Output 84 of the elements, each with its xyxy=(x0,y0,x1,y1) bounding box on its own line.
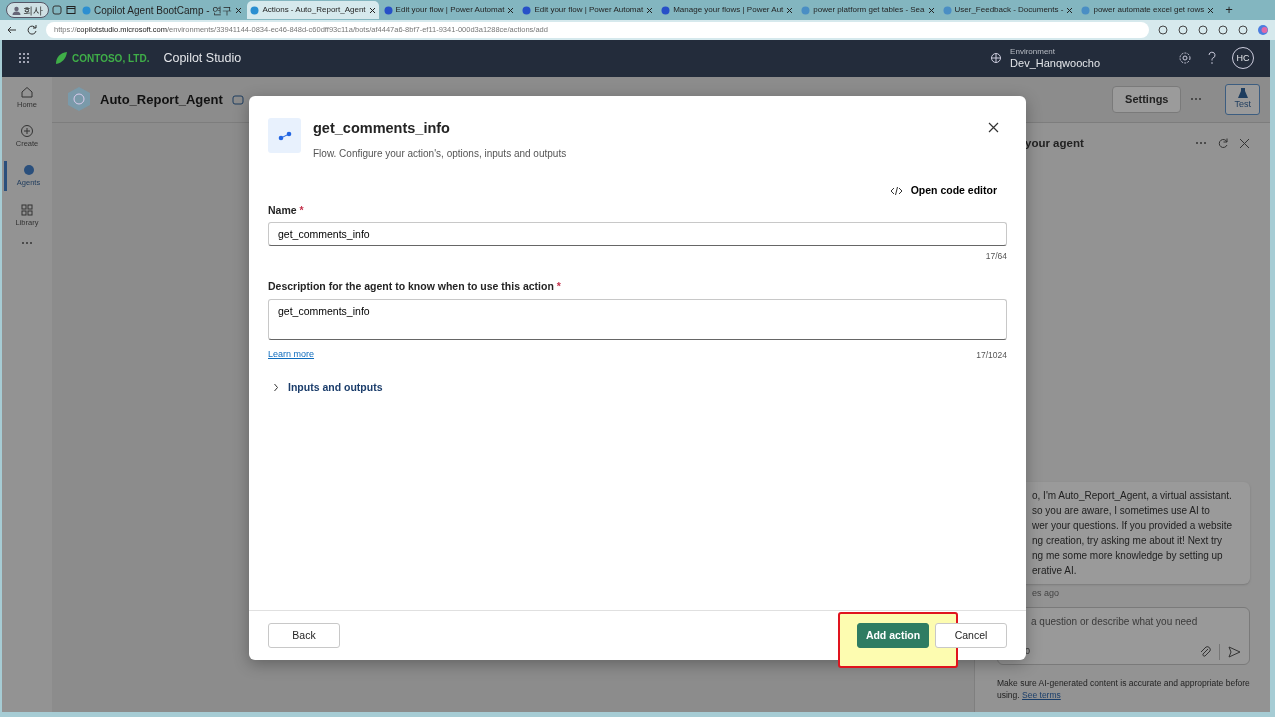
character-counter: 17/1024 xyxy=(976,348,1007,362)
site-icon xyxy=(661,5,671,15)
flow-icon xyxy=(268,118,301,153)
message-text: erative AI. xyxy=(1032,564,1078,578)
terms-link[interactable]: See terms xyxy=(1022,690,1061,701)
site-icon xyxy=(801,5,811,15)
browser-tab[interactable]: power platform get tables - Sea xyxy=(798,1,938,19)
panel-title: your agent xyxy=(1025,135,1085,151)
agent-icon xyxy=(66,86,92,113)
settings-icon[interactable] xyxy=(1178,51,1192,66)
close-icon[interactable] xyxy=(1207,6,1215,14)
site-icon xyxy=(1081,5,1091,15)
required-mark: * xyxy=(299,203,304,216)
site-icon xyxy=(522,5,532,15)
message-field[interactable]: a question or describe what you need xyxy=(1031,613,1241,629)
back-icon[interactable] xyxy=(6,24,18,36)
learn-more-link[interactable]: Learn more xyxy=(268,348,315,362)
message-text: so you are aware, I sometimes use AI to xyxy=(1032,504,1211,518)
description-field[interactable]: get_comments_info xyxy=(268,298,1007,340)
site-icon xyxy=(942,5,952,15)
app-title: Copilot Studio xyxy=(163,50,242,67)
character-counter: 17/64 xyxy=(985,250,1007,263)
company-logo: CONTOSO, LTD. xyxy=(72,51,150,66)
close-icon[interactable] xyxy=(368,6,376,14)
close-icon[interactable] xyxy=(786,6,794,14)
code-icon xyxy=(889,185,903,196)
field-label: Description for the agent to know when to use this action * xyxy=(268,279,562,294)
site-icon xyxy=(250,5,260,15)
chevron-icon xyxy=(272,383,280,393)
tab-actions-icon[interactable] xyxy=(65,4,77,16)
browser-tab[interactable]: power automate excel get rows xyxy=(1078,1,1218,19)
close-icon[interactable] xyxy=(1066,6,1074,14)
close-icon[interactable] xyxy=(988,122,999,133)
flask-icon xyxy=(1237,87,1248,98)
primary-button[interactable]: Add action xyxy=(857,622,929,649)
message-text: ng creation, try asking me about it! Next try xyxy=(1032,534,1224,548)
required-mark: * xyxy=(556,280,561,292)
site-icon xyxy=(383,5,393,15)
close-icon[interactable] xyxy=(235,6,243,14)
close-icon[interactable] xyxy=(927,6,935,14)
copilot-icon[interactable] xyxy=(1257,24,1269,36)
plus-circle-icon xyxy=(20,124,34,138)
globe-icon xyxy=(990,52,1003,65)
close-icon[interactable] xyxy=(507,6,515,14)
profile-button[interactable]: 회사 xyxy=(6,2,49,18)
message-text: ng me some more knowledge by setting up xyxy=(1032,549,1224,563)
agents-icon xyxy=(21,163,36,178)
browser-tab[interactable]: Actions - Auto_Report_Agent xyxy=(247,1,379,19)
home-icon xyxy=(20,84,34,99)
person-icon xyxy=(12,5,21,15)
settings-button[interactable]: Settings xyxy=(1112,86,1182,113)
field-label: Name * xyxy=(268,202,305,218)
message-text: wer your questions. If you provided a website xyxy=(1032,519,1234,533)
agent-name: Auto_Report_Agent xyxy=(100,90,223,109)
dialog-title: get_comments_info xyxy=(313,119,451,138)
disclaimer-text: Make sure AI-generated content is accurate and appropriate before using. See terms xyxy=(997,676,1250,702)
help-icon[interactable] xyxy=(1206,51,1218,66)
app-launcher-icon[interactable] xyxy=(18,52,30,65)
send-icon[interactable] xyxy=(1228,645,1241,658)
timestamp: es ago xyxy=(1031,587,1061,600)
browser-tab[interactable]: User_Feedback - Documents - xyxy=(939,1,1077,19)
new-tab-button[interactable]: + xyxy=(1219,0,1239,20)
dialog-subtitle: Flow. Configure your action's, options, inputs and outputs xyxy=(313,146,568,161)
inputs-outputs-expander[interactable]: Inputs and outputs xyxy=(272,379,383,396)
environment-picker[interactable]: Environment Dev_Hanqwoocho xyxy=(1010,47,1100,69)
browser-tab[interactable]: Copilot Agent BootCamp - 연구 xyxy=(79,1,246,19)
test-button[interactable]: Test xyxy=(1225,83,1260,115)
secondary-button[interactable]: Cancel xyxy=(935,622,1007,649)
message-text: o, I'm Auto_Report_Agent, a virtual assistant. xyxy=(1032,489,1233,503)
paperclip-icon[interactable] xyxy=(1199,645,1211,658)
name-field[interactable]: get_comments_info xyxy=(268,222,1007,247)
workspaces-icon[interactable] xyxy=(51,4,63,16)
secondary-button[interactable]: Back xyxy=(268,622,340,649)
refresh-icon[interactable] xyxy=(26,24,38,36)
browser-tab[interactable]: Edit your flow | Power Automat xyxy=(519,1,657,19)
agent-status-icon xyxy=(230,92,245,107)
site-icon xyxy=(82,5,91,15)
leaf-icon xyxy=(54,51,68,66)
refresh-icon[interactable] xyxy=(1217,137,1229,150)
browser-tab[interactable]: Manage your flows | Power Aut xyxy=(658,1,797,19)
code-editor-button[interactable]: Open code editor xyxy=(889,182,997,199)
library-icon xyxy=(20,202,34,217)
close-icon[interactable] xyxy=(646,6,654,14)
browser-tab[interactable]: Edit your flow | Power Automat xyxy=(380,1,518,19)
